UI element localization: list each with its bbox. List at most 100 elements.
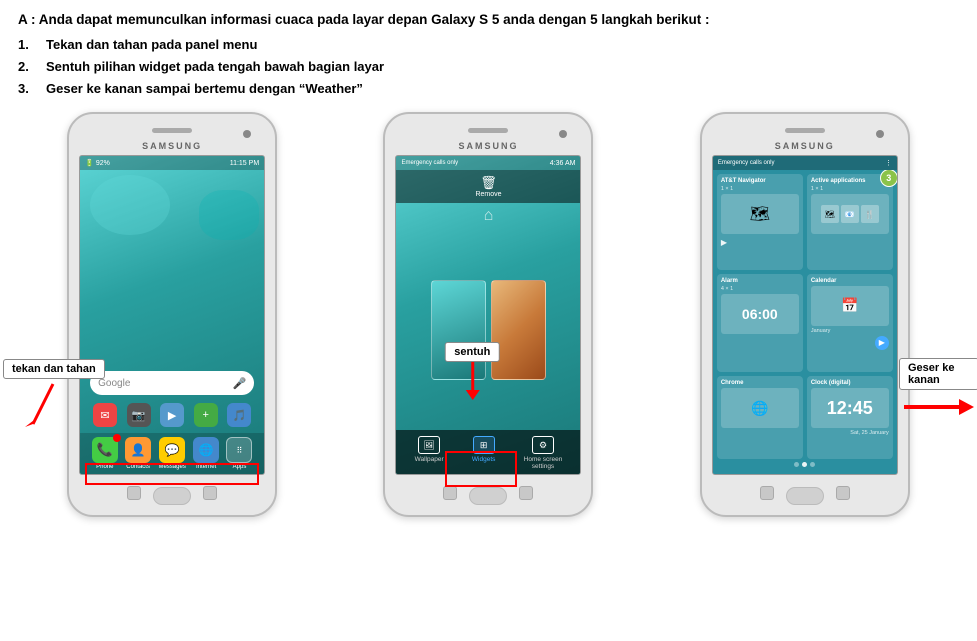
sentuh-callout-wrap: sentuh [445,342,499,402]
clock-time: 12:45 [827,398,873,419]
app-icon-3: ▶ [160,403,184,427]
phone-2-brand: SAMSUNG [458,141,518,151]
instructions-block: A : Anda dapat memunculkan informasi cua… [18,12,959,96]
clock-content: 12:45 [811,388,889,428]
app-icon-4: + [194,403,218,427]
s3-status-bar: Emergency calls only ⋮ [713,156,897,170]
step-1-num: 1. [18,37,46,52]
home-btn-3[interactable] [786,487,824,505]
camera-2-icon [559,130,567,138]
emergency-text: Emergency calls only [401,160,458,166]
right-side-btn[interactable] [203,486,217,500]
home-btn-2[interactable] [469,487,507,505]
messages-dock-icon: 💬 [159,437,185,463]
step-2: 2. Sentuh pilihan widget pada tengah baw… [18,59,959,74]
dot-3 [810,462,815,467]
clock-label: Clock (digital) [811,380,889,386]
screen3-bg: Emergency calls only ⋮ AT&T Navigator 1 … [713,156,897,474]
left-side-btn-2[interactable] [443,486,457,500]
widget-att: AT&T Navigator 1 × 1 🗺 ▶ [717,174,803,270]
phone-1-wrapper: SAMSUNG 🔋92% 11:15 PM [18,112,326,517]
calendar-btn[interactable]: ▶ [875,336,889,350]
status-bar-2: Emergency calls only 4:36 AM [396,156,580,170]
home-icon: ⌂ [484,207,494,224]
google-bar[interactable]: Google 🎤 [90,371,254,395]
calendar-text: January [811,328,889,334]
home-btn-1[interactable] [153,487,191,505]
right-side-btn-3[interactable] [836,486,850,500]
wallpaper-icon: 🖼 [418,436,440,454]
mic-icon: 🎤 [232,377,246,390]
contacts-dock-icon: 👤 [125,437,151,463]
internet-dock-icon: 🌐 [193,437,219,463]
badge-icon [113,434,121,442]
red-outline-2 [445,451,517,487]
remove-text: Remove [475,191,501,198]
time-2: 4:36 AM [550,160,576,167]
wallpaper-label: Wallpaper [415,456,444,463]
phone-3-shell: SAMSUNG Emergency calls only ⋮ AT&T Navi [700,112,910,517]
screen1-bg: 🔋92% 11:15 PM Google 🎤 [80,156,264,474]
dots-indicator [717,459,893,470]
remove-bar: 🗑 Remove [396,170,580,203]
status-bar-1: 🔋92% 11:15 PM [80,156,264,170]
phone-3-brand: SAMSUNG [775,141,835,151]
left-side-btn-3[interactable] [760,486,774,500]
sentuh-callout: sentuh [445,342,499,362]
app-thumb-2: 📧 [841,205,859,223]
clock-date: Sat, 25 January [811,430,889,436]
steps-list: 1. Tekan dan tahan pada panel menu 2. Se… [18,37,959,96]
phone-3-wrapper: SAMSUNG Emergency calls only ⋮ AT&T Navi [651,112,959,517]
red-outline-1 [85,463,259,485]
step-2-text: Sentuh pilihan widget pada tengah bawah … [46,59,384,74]
tekan-callout-wrap: tekan dan tahan [3,359,105,429]
tekan-callout: tekan dan tahan [3,359,105,379]
calendar-content: 📅 [811,286,889,326]
active-sub: 1 × 1 [811,186,889,192]
speaker-3-icon [785,128,825,133]
step-1-text: Tekan dan tahan pada panel menu [46,37,257,52]
widget-grid: AT&T Navigator 1 × 1 🗺 ▶ [717,174,893,459]
att-nav-row: ▶ [721,238,799,247]
speaker-2-icon [468,128,508,133]
geser-callout-wrap: Geser kekanan [899,358,977,422]
wallpaper-tab[interactable]: 🖼 Wallpaper [415,436,444,470]
phone-1-top-bar [77,128,267,136]
camera-3-icon [876,130,884,138]
geser-arrow [899,392,977,422]
phone-2-screen: Emergency calls only 4:36 AM 🗑 Remove ⌂ [395,155,581,475]
calendar-nav: ▶ [811,336,889,350]
right-side-btn-2[interactable] [519,486,533,500]
green-badge: 3 [880,170,897,187]
phone-2-shell: SAMSUNG Emergency calls only 4:36 AM 🗑 R… [383,112,593,517]
homescreen-tab[interactable]: ⚙ Home screensettings [524,436,563,470]
phone-dock-icon: 📞 [92,437,118,463]
title-line: A : Anda dapat memunculkan informasi cua… [18,12,959,27]
camera-icon [243,130,251,138]
phone-1-brand: SAMSUNG [142,141,202,151]
active-content: 🗺 📧 🍴 [811,194,889,234]
widget-chrome: Chrome 🌐 [717,376,803,459]
phone-1-shell: SAMSUNG 🔋92% 11:15 PM [67,112,277,517]
chrome-label: Chrome [721,380,799,386]
app-thumb-3: 🍴 [861,205,879,223]
s3-emergency: Emergency calls only [718,160,775,166]
speaker-icon [152,128,192,133]
phones-row: SAMSUNG 🔋92% 11:15 PM [18,112,959,517]
alarm-content: 06:00 [721,294,799,334]
s3-content: AT&T Navigator 1 × 1 🗺 ▶ [713,170,897,474]
widget-clock: Clock (digital) 12:45 Sat, 25 January [807,376,893,459]
homescreen-icon: ⚙ [532,436,554,454]
status-right-1: 11:15 PM [230,160,259,167]
home-icon-area: ⌂ [396,203,580,229]
left-side-btn[interactable] [127,486,141,500]
sentuh-arrow [457,362,487,402]
widget-active: Active applications 1 × 1 🗺 📧 🍴 3 [807,174,893,270]
phone-2-wrapper: SAMSUNG Emergency calls only 4:36 AM 🗑 R… [334,112,642,517]
att-label: AT&T Navigator [721,178,799,184]
tekan-arrow [3,379,63,429]
phone-3-top-bar [710,128,900,136]
att-sub: 1 × 1 [721,186,799,192]
alarm-label: Alarm [721,278,799,284]
s3-status-right: ⋮ [885,159,892,167]
